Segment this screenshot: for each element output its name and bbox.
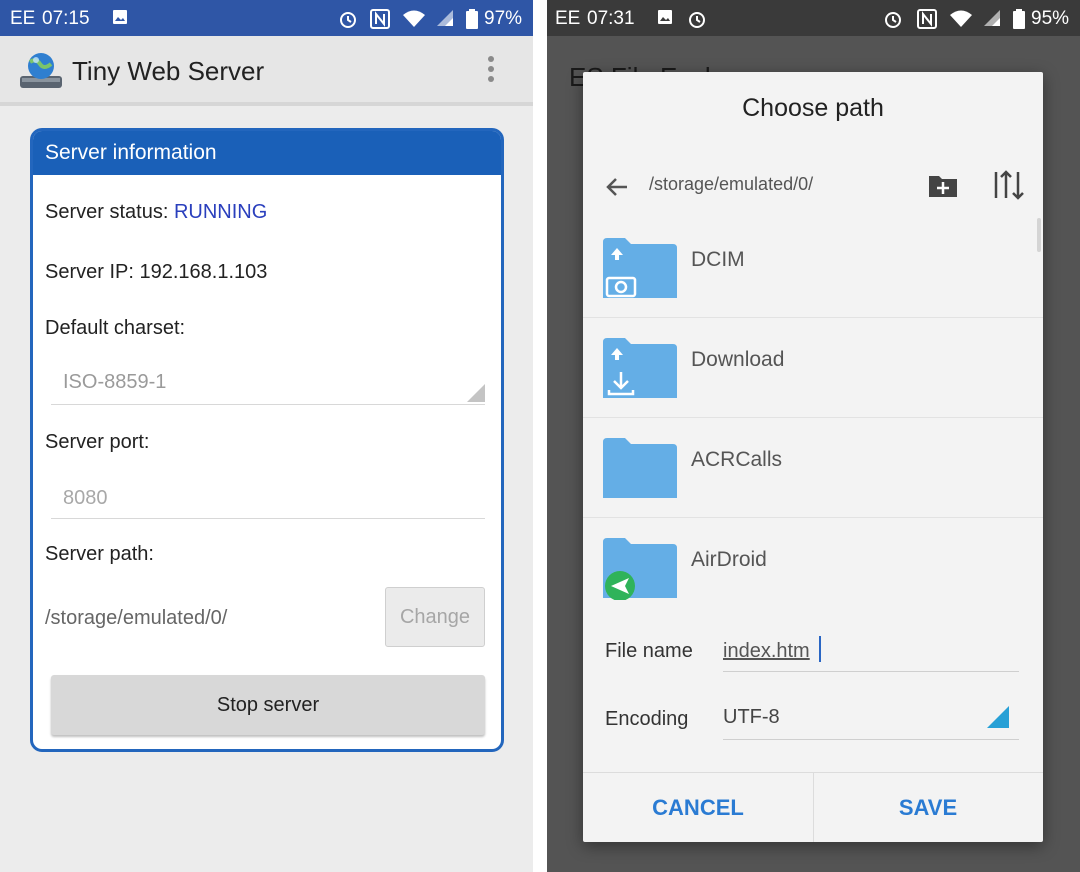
status-bar: EE 07:15 97% (0, 0, 533, 36)
encoding-value: UTF-8 (723, 706, 780, 728)
screenshot-divider (533, 0, 547, 872)
status-bar-carrier: EE (555, 8, 581, 29)
status-bar: EE 07:31 95% (547, 0, 1080, 36)
overflow-menu-icon[interactable] (480, 53, 502, 89)
airdroid-folder-icon (603, 536, 677, 601)
alarm-icon (338, 9, 358, 35)
server-globe-icon (18, 50, 64, 92)
app-bar: Tiny Web Server (0, 36, 533, 106)
choose-path-dialog: Choose path /storage/emulated/0/ DCIM Do… (583, 72, 1043, 842)
encoding-select[interactable]: UTF-8 (723, 696, 1019, 740)
folder-name: AirDroid (691, 548, 767, 571)
dialog-title: Choose path (742, 94, 884, 122)
encoding-label: Encoding (605, 708, 689, 730)
app-title: Tiny Web Server (72, 56, 265, 86)
stop-server-button[interactable]: Stop server (51, 675, 485, 735)
status-bar-time: 07:15 (42, 8, 90, 29)
cancel-button[interactable]: CANCEL (583, 773, 813, 842)
dropdown-triangle-icon (987, 706, 1009, 728)
back-arrow-icon[interactable] (603, 174, 631, 200)
folder-icon (603, 436, 677, 500)
save-button[interactable]: SAVE (813, 773, 1043, 842)
text-cursor (819, 636, 821, 662)
new-folder-icon[interactable] (927, 170, 959, 200)
list-item[interactable]: Download (583, 318, 1043, 418)
battery-icon (1013, 9, 1025, 35)
nfc-icon (917, 9, 937, 35)
scrollbar[interactable] (1037, 218, 1041, 252)
charset-value: ISO-8859-1 (63, 371, 167, 393)
server-ip-text: Server IP: 192.168.1.103 (45, 261, 268, 283)
port-label: Server port: (45, 431, 150, 453)
download-folder-icon (603, 336, 677, 400)
card-title: Server information (33, 131, 501, 175)
server-info-card: Server information Server status: RUNNIN… (30, 128, 504, 752)
status-bar-battery: 95% (1031, 8, 1070, 29)
wifi-icon (949, 9, 973, 35)
sort-icon[interactable] (991, 170, 1025, 200)
file-name-field[interactable]: index.htm (723, 628, 1019, 672)
file-name-value: index.htm (723, 640, 810, 662)
nfc-icon (370, 9, 390, 35)
signal-icon (436, 9, 454, 33)
camera-folder-icon (603, 236, 677, 300)
list-item[interactable]: AirDroid (583, 518, 1043, 602)
folder-name: DCIM (691, 248, 745, 271)
image-icon (112, 9, 128, 31)
server-path-value: /storage/emulated/0/ (45, 607, 228, 629)
charset-label: Default charset: (45, 317, 186, 339)
server-status-row: Server status: RUNNING (45, 201, 267, 224)
list-item[interactable]: ACRCalls (583, 418, 1043, 518)
current-path: /storage/emulated/0/ (649, 174, 814, 194)
folder-name: ACRCalls (691, 448, 783, 471)
right-phone-screen: EE 07:31 95% ES File Expl Choose path (547, 0, 1080, 872)
image-icon (657, 9, 673, 31)
file-name-label: File name (605, 640, 693, 662)
port-value: 8080 (63, 487, 108, 509)
status-bar-carrier: EE (10, 8, 36, 29)
server-status-label: Server status: (45, 201, 174, 223)
folder-list: DCIM Download ACRCalls AirDroid (583, 218, 1043, 602)
alarm-icon (687, 9, 707, 35)
change-path-button[interactable]: Change (385, 587, 485, 647)
status-bar-time: 07:31 (587, 8, 635, 29)
signal-icon (983, 9, 1001, 33)
path-bar: /storage/emulated/0/ (583, 160, 1043, 216)
dialog-actions: CANCEL SAVE (583, 772, 1043, 842)
port-field[interactable]: 8080 (51, 479, 485, 519)
left-phone-screen: EE 07:15 97% Tiny Web Server Server info… (0, 0, 533, 872)
alarm-icon (883, 9, 903, 35)
battery-icon (466, 9, 478, 35)
charset-spinner[interactable]: ISO-8859-1 (51, 365, 485, 405)
list-item[interactable]: DCIM (583, 218, 1043, 318)
dropdown-triangle-icon (467, 384, 485, 402)
server-status-value: RUNNING (173, 201, 268, 223)
path-label: Server path: (45, 543, 154, 565)
status-bar-battery: 97% (484, 8, 523, 29)
folder-name: Download (691, 348, 785, 371)
wifi-icon (402, 9, 426, 35)
